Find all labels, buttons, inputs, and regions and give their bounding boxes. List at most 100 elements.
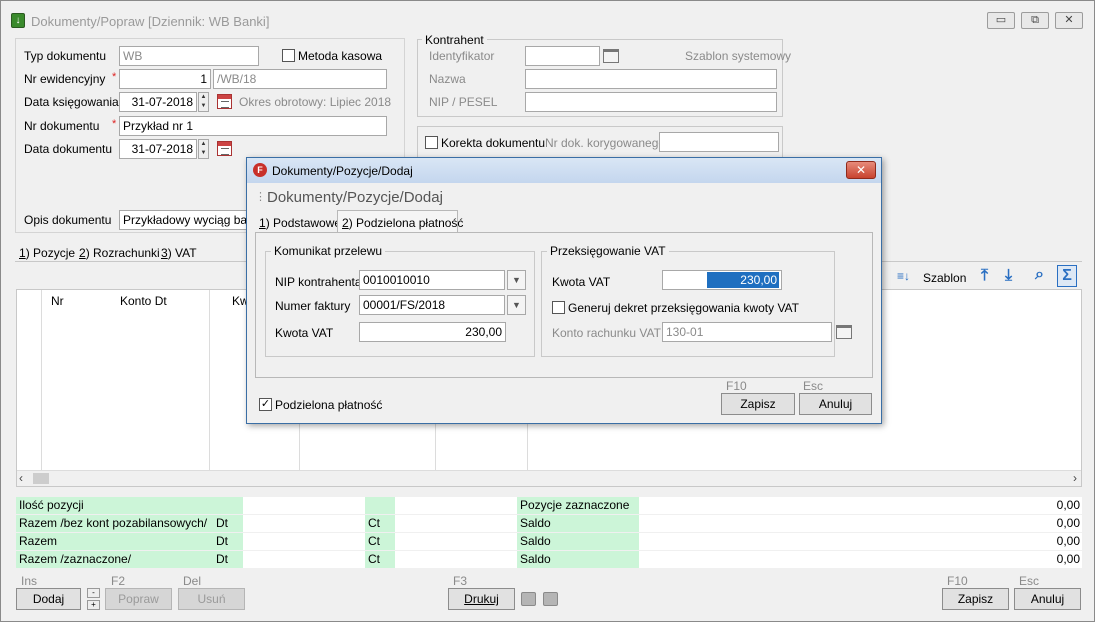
nr-dok-korygowanego-label: Nr dok. korygowanego xyxy=(545,136,666,150)
generuj-dekret-label: Generuj dekret przeksięgowania kwoty VAT xyxy=(568,301,799,315)
scroll-thumb[interactable] xyxy=(33,473,49,484)
summary-value: 0,00 xyxy=(639,515,1082,532)
summary-ct-value xyxy=(395,551,517,568)
dialog-title: Dokumenty/Pozycje/Dodaj xyxy=(272,164,413,178)
horizontal-scrollbar[interactable]: ‹ › xyxy=(17,470,1081,486)
data-dok-field[interactable]: 31-07-2018 xyxy=(119,139,197,159)
f10-key-hint: F10 xyxy=(726,379,747,393)
kwota-vat-label: Kwota VAT xyxy=(275,326,334,340)
data-dok-spin[interactable]: ▲ ▼ xyxy=(198,139,209,159)
arrow-bottom-icon[interactable]: ⤓ xyxy=(1005,267,1012,285)
summary-row: Razem /zaznaczone/ Dt Ct Saldo 0,00 xyxy=(16,551,1082,568)
scroll-right-icon[interactable]: › xyxy=(1073,471,1077,485)
korekta-checkbox[interactable] xyxy=(425,136,438,149)
restore-button[interactable]: ⧉ xyxy=(1021,12,1049,29)
data-ksieg-label: Data księgowania xyxy=(24,95,119,109)
nip-pesel-field[interactable] xyxy=(525,92,777,112)
data-ksieg-spin[interactable]: ▲ ▼ xyxy=(198,92,209,112)
nip-kontrahenta-field[interactable]: 0010010010 xyxy=(359,270,505,290)
print-icon[interactable] xyxy=(543,592,558,606)
collapse-icon[interactable]: - xyxy=(87,588,100,598)
summary-label: Razem xyxy=(16,533,213,550)
summary-ct-value xyxy=(395,497,517,514)
summary-value: 0,00 xyxy=(639,533,1082,550)
del-key-hint: Del xyxy=(183,574,202,588)
popraw-button[interactable]: Popraw xyxy=(105,588,172,610)
opis-field[interactable]: Przykładowy wyciąg bank xyxy=(119,210,259,230)
nr-ewid-suffix-field: /WB/18 xyxy=(213,69,387,89)
f2-key-hint: F2 xyxy=(111,574,126,588)
folder-icon[interactable] xyxy=(603,49,619,63)
metoda-checkbox[interactable] xyxy=(282,49,295,62)
zapisz-button[interactable]: Zapisz xyxy=(942,588,1009,610)
required-marker: * xyxy=(112,118,117,130)
generuj-dekret-checkbox[interactable] xyxy=(552,301,565,314)
przeksieg-kwota-field[interactable]: 230,00 xyxy=(662,270,782,290)
tab-pozycje[interactable]: 1) Pozycje xyxy=(19,246,75,260)
template-icon[interactable]: ≡↓ xyxy=(897,269,910,283)
podzielona-platnosc-label: Podzielona płatność xyxy=(275,398,383,412)
column-konto-dt[interactable]: Konto Dt xyxy=(120,294,167,308)
summary-row: Razem /bez kont pozabilansowych/ Dt Ct S… xyxy=(16,515,1082,532)
nazwa-label: Nazwa xyxy=(429,72,466,86)
nr-dok-korygowanego-field[interactable] xyxy=(659,132,779,152)
app-logo-icon: F xyxy=(253,163,267,177)
summary-dt: Dt xyxy=(213,515,243,532)
typ-field[interactable]: WB xyxy=(119,46,259,66)
summary-dt-value xyxy=(243,515,365,532)
chevron-down-icon[interactable]: ▼ xyxy=(507,270,526,290)
column-nr[interactable]: Nr xyxy=(51,294,64,308)
numer-faktury-field[interactable]: 00001/FS/2018 xyxy=(359,295,505,315)
calendar-icon[interactable] xyxy=(217,141,232,156)
scroll-left-icon[interactable]: ‹ xyxy=(19,471,23,485)
chevron-down-icon[interactable]: ▼ xyxy=(507,295,526,315)
add-position-dialog: F Dokumenty/Pozycje/Dodaj ✕ ⋮ Dokumenty/… xyxy=(246,157,882,424)
nazwa-field[interactable] xyxy=(525,69,777,89)
minimize-button[interactable]: ▭ xyxy=(987,12,1015,29)
anuluj-button[interactable]: Anuluj xyxy=(1014,588,1081,610)
tab-podstawowe[interactable]: 1) Podstawowe xyxy=(259,216,341,230)
opis-label: Opis dokumentu xyxy=(24,213,112,227)
arrow-top-icon[interactable]: ⤒ xyxy=(981,267,988,285)
kontrahent-title: Kontrahent xyxy=(422,33,487,47)
sum-icon[interactable]: Σ xyxy=(1057,265,1077,287)
dialog-anuluj-button[interactable]: Anuluj xyxy=(799,393,872,415)
app-icon: ↓ xyxy=(11,13,25,28)
dodaj-button[interactable]: Dodaj xyxy=(16,588,81,610)
identyfikator-field[interactable] xyxy=(525,46,600,66)
nr-ewid-number-field[interactable]: 1 xyxy=(119,69,211,89)
nr-ewid-label: Nr ewidencyjny xyxy=(24,72,106,86)
komunikat-title: Komunikat przelewu xyxy=(271,244,386,258)
nr-dok-field[interactable]: Przykład nr 1 xyxy=(119,116,387,136)
summary-label: Razem /zaznaczone/ xyxy=(16,551,213,568)
esc-key-hint: Esc xyxy=(1019,574,1040,588)
drukuj-button[interactable]: Drukuj xyxy=(448,588,515,610)
summary-dt-value xyxy=(243,533,365,550)
expand-icon[interactable]: + xyxy=(87,600,100,610)
przeksieg-kwota-label: Kwota VAT xyxy=(552,275,611,289)
folder-icon[interactable] xyxy=(836,325,852,339)
close-button[interactable]: ✕ xyxy=(1055,12,1083,29)
tab-podzielona-platnosc[interactable]: 2) Podzielona płatność xyxy=(337,210,463,233)
przeksiegowanie-title: Przeksięgowanie VAT xyxy=(547,244,669,258)
print-preview-icon[interactable] xyxy=(521,592,536,606)
summary-ct xyxy=(365,497,395,514)
title-bar: ↓ Dokumenty/Popraw [Dziennik: WB Banki] … xyxy=(1,1,1094,39)
dialog-zapisz-button[interactable]: Zapisz xyxy=(721,393,795,415)
usun-button[interactable]: Usuń xyxy=(178,588,245,610)
kwota-vat-field[interactable]: 230,00 xyxy=(359,322,506,342)
tab-rozrachunki[interactable]: 2) Rozrachunki xyxy=(79,246,160,260)
identyfikator-label: Identyfikator xyxy=(429,49,495,63)
szablon-button[interactable]: Szablon xyxy=(923,271,966,285)
grid-column-divider xyxy=(209,290,210,470)
dialog-close-button[interactable]: ✕ xyxy=(846,161,876,179)
tab-vat[interactable]: 3) VAT xyxy=(161,246,197,260)
podzielona-platnosc-checkbox[interactable]: ✓ xyxy=(259,398,272,411)
search-icon[interactable]: ⌕ xyxy=(1035,266,1044,284)
esc-key-hint: Esc xyxy=(803,379,824,393)
summary-right-label: Pozycje zaznaczone xyxy=(517,497,639,514)
data-ksieg-field[interactable]: 31-07-2018 xyxy=(119,92,197,112)
dialog-header: Dokumenty/Pozycje/Dodaj xyxy=(267,189,443,206)
calendar-icon[interactable] xyxy=(217,94,232,109)
summary-ct: Ct xyxy=(365,515,395,532)
